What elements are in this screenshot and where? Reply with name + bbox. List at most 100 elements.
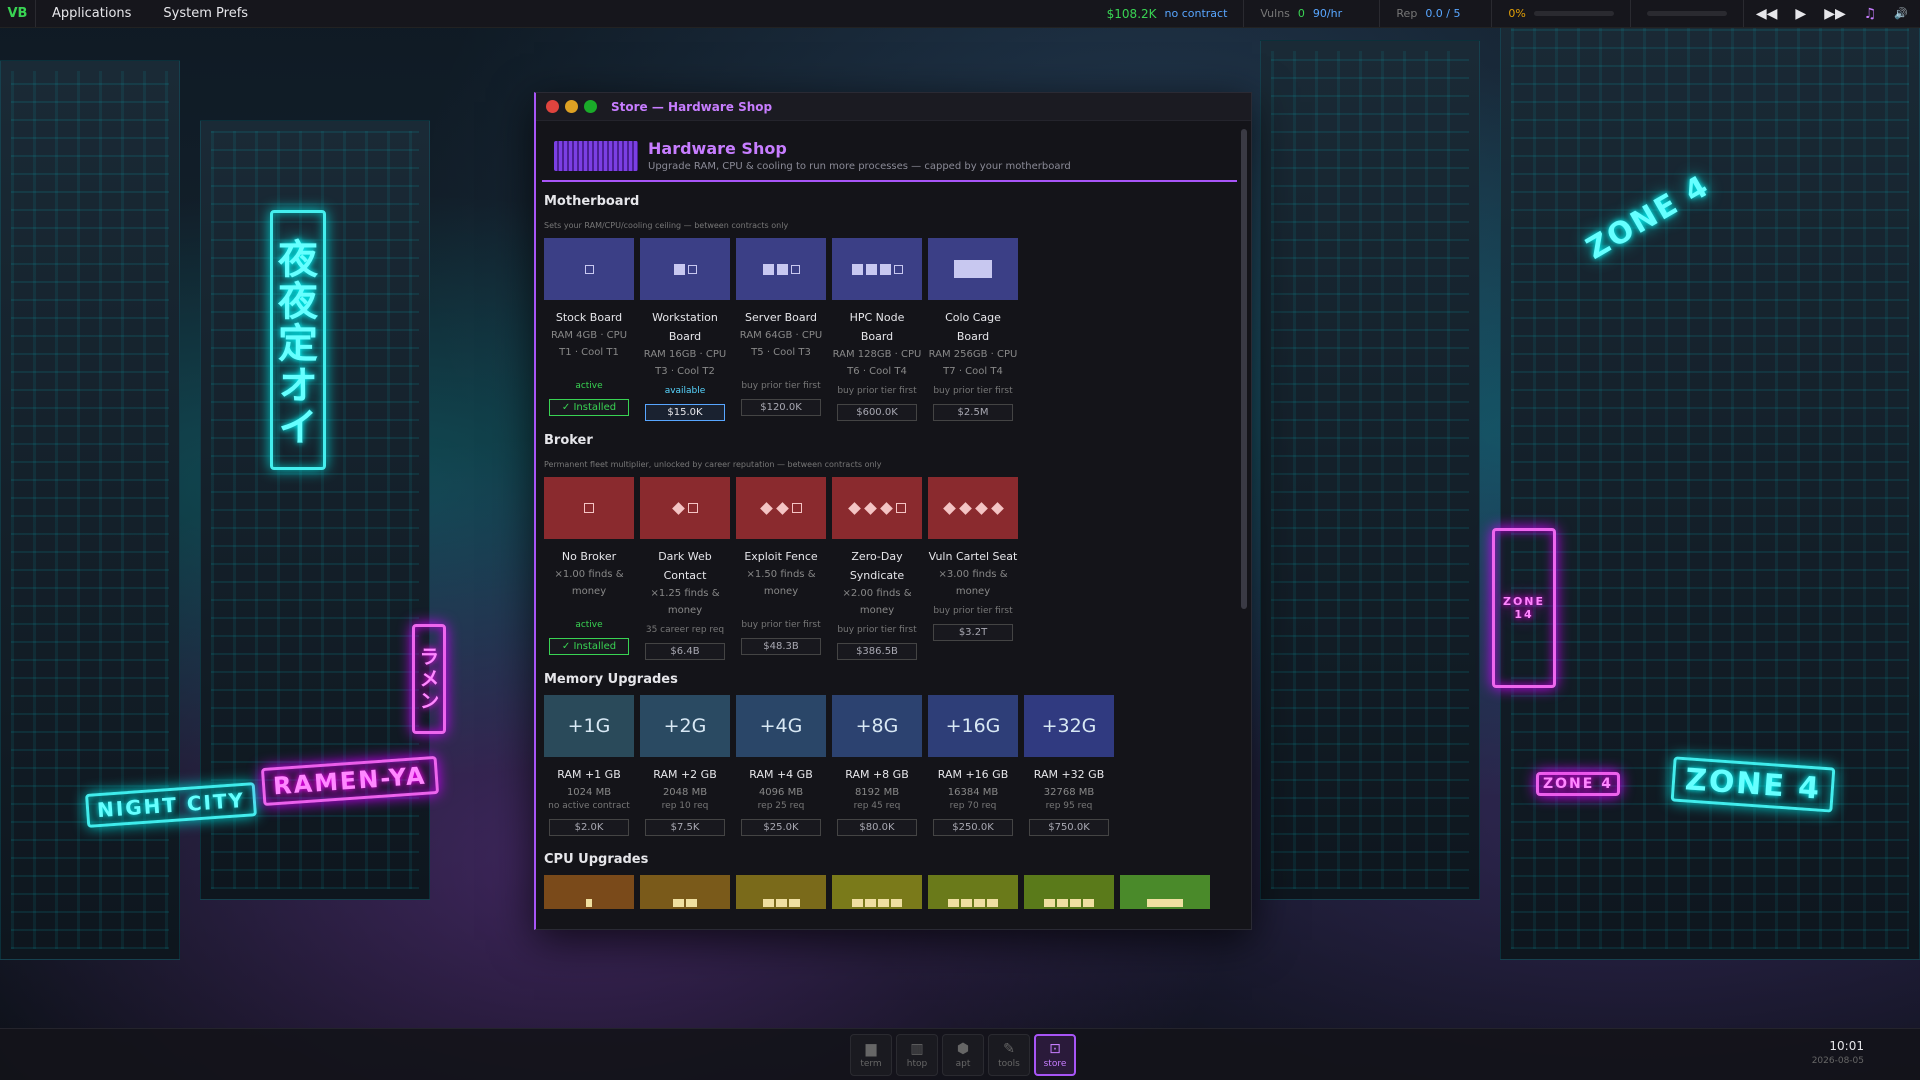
- card-spec: RAM 256GB · CPU T7 · Cool T4: [928, 349, 1018, 377]
- dock-label: apt: [955, 1059, 971, 1069]
- cpu-upgrade-icon: [544, 875, 634, 909]
- section-title-cpu: CPU Upgrades: [544, 852, 649, 867]
- store-content: Hardware Shop Upgrade RAM, CPU & cooling…: [542, 129, 1237, 929]
- installed-button[interactable]: ✓ Installed: [549, 638, 629, 655]
- neon-sign-kanji: 夜夜定オイ: [270, 210, 326, 470]
- card-spec: ×1.00 finds & money: [554, 569, 624, 597]
- store-header: Hardware Shop Upgrade RAM, CPU & cooling…: [542, 129, 1237, 182]
- dock: ▆ term ▥ htop ⬢ apt ✎ tools ⊡ store: [850, 1034, 1076, 1076]
- buy-button[interactable]: $80.0K: [837, 819, 917, 836]
- card-requirement: active: [575, 620, 603, 630]
- menu-applications[interactable]: Applications: [36, 6, 147, 21]
- card-requirement: no active contract: [548, 801, 630, 811]
- ram-upgrade-icon: +32G: [1024, 695, 1114, 757]
- dock-item-tools[interactable]: ✎ tools: [988, 1034, 1030, 1076]
- card-stock-board: Stock Board RAM 4GB · CPU T1 · Cool T1 a…: [544, 238, 634, 421]
- rep-value: 0.0 / 5: [1425, 7, 1461, 20]
- card-requirement: buy prior tier first: [933, 386, 1013, 396]
- htop-icon: ▥: [910, 1041, 924, 1057]
- motherboard-cards: Stock Board RAM 4GB · CPU T1 · Cool T1 a…: [542, 238, 1237, 421]
- section-title-broker: Broker: [544, 433, 593, 448]
- dock-label: htop: [906, 1059, 928, 1069]
- card-ram-upgrade: +4G RAM +4 GB 4096 MB rep 25 req $25.0K: [736, 695, 826, 836]
- card-server-board: Server Board RAM 64GB · CPU T5 · Cool T3…: [736, 238, 826, 421]
- taskbar: ▆ term ▥ htop ⬢ apt ✎ tools ⊡ store 10:01 2026-08…: [0, 1028, 1920, 1080]
- card-name: RAM +8 GB: [845, 768, 909, 781]
- card-spec: RAM 128GB · CPU T6 · Cool T4: [832, 349, 922, 377]
- card-name: RAM +1 GB: [557, 768, 621, 781]
- card-requirement: 35 career rep req: [645, 625, 725, 635]
- close-button[interactable]: [546, 100, 559, 113]
- money-value: $108.2K: [1106, 6, 1157, 21]
- buy-button[interactable]: $386.5B: [837, 643, 917, 660]
- rep-status: Rep 0.0 / 5: [1379, 0, 1491, 27]
- buy-button[interactable]: $2.0K: [549, 819, 629, 836]
- card-no-broker: No Broker ×1.00 finds & money active ✓ I…: [544, 477, 634, 660]
- play-icon[interactable]: ▶: [1795, 6, 1806, 22]
- progress-label: 0%: [1508, 7, 1526, 20]
- card-exploit-fence: Exploit Fence ×1.50 finds & money buy pr…: [736, 477, 826, 660]
- dock-item-term[interactable]: ▆ term: [850, 1034, 892, 1076]
- card-name: RAM +4 GB: [749, 768, 813, 781]
- cpu-upgrade-icon: [736, 875, 826, 909]
- buy-button[interactable]: $600.0K: [837, 404, 917, 421]
- card-name: Vuln Cartel Seat: [928, 550, 1018, 563]
- top-menu-bar: VB Applications System Prefs $108.2K no …: [0, 0, 1920, 28]
- cpu-upgrade-icon: [1024, 875, 1114, 909]
- broker-tier-2-icon: [736, 477, 826, 539]
- card-name: Stock Board: [555, 311, 623, 324]
- buy-button[interactable]: $2.5M: [933, 404, 1013, 421]
- window-titlebar[interactable]: Store — Hardware Shop: [536, 93, 1251, 121]
- card-spec: ×1.25 finds & money: [650, 588, 720, 616]
- buy-button[interactable]: $7.5K: [645, 819, 725, 836]
- page-title: Hardware Shop: [648, 139, 787, 158]
- maximize-button[interactable]: [584, 100, 597, 113]
- vulns-label: Vulns: [1260, 7, 1290, 20]
- ram-upgrade-icon: +8G: [832, 695, 922, 757]
- volume-icon[interactable]: 🔊: [1894, 7, 1908, 20]
- window-title: Store — Hardware Shop: [611, 99, 773, 114]
- previous-track-icon[interactable]: ◀◀: [1756, 6, 1778, 22]
- motherboard-tier-4-icon: [832, 238, 922, 300]
- dock-item-htop[interactable]: ▥ htop: [896, 1034, 938, 1076]
- card-colo-cage-board: Colo Cage Board RAM 256GB · CPU T7 · Coo…: [928, 238, 1018, 421]
- ram-upgrade-icon: +1G: [544, 695, 634, 757]
- neon-sign-zone-4-small: ZONE 4: [1536, 772, 1620, 796]
- menu-system-prefs[interactable]: System Prefs: [147, 6, 264, 21]
- card-spec: 1024 MB: [566, 787, 612, 798]
- card-spec: ×3.00 finds & money: [938, 569, 1008, 597]
- scrollbar[interactable]: [1241, 129, 1247, 609]
- buy-button[interactable]: $3.2T: [933, 624, 1013, 641]
- card-spec: 8192 MB: [854, 787, 900, 798]
- clock: 10:01 2026-08-05: [1812, 1039, 1864, 1066]
- progress-status: 0%: [1491, 0, 1629, 27]
- ram-upgrade-icon: +16G: [928, 695, 1018, 757]
- buy-button[interactable]: $15.0K: [645, 404, 725, 421]
- card-cpu-upgrade: [928, 875, 1018, 909]
- card-ram-upgrade: +2G RAM +2 GB 2048 MB rep 10 req $7.5K: [640, 695, 730, 836]
- app-logo[interactable]: VB: [0, 0, 36, 27]
- dock-item-apt[interactable]: ⬢ apt: [942, 1034, 984, 1076]
- card-dark-web-contact: Dark Web Contact ×1.25 finds & money 35 …: [640, 477, 730, 660]
- buy-button[interactable]: $48.3B: [741, 638, 821, 655]
- buy-button[interactable]: $250.0K: [933, 819, 1013, 836]
- card-name: Exploit Fence: [744, 550, 818, 563]
- card-cpu-upgrade: [736, 875, 826, 909]
- buy-button[interactable]: $750.0K: [1029, 819, 1109, 836]
- buy-button[interactable]: $6.4B: [645, 643, 725, 660]
- installed-button[interactable]: ✓ Installed: [549, 399, 629, 416]
- next-track-icon[interactable]: ▶▶: [1824, 6, 1846, 22]
- minimize-button[interactable]: [565, 100, 578, 113]
- card-spec: RAM 64GB · CPU T5 · Cool T3: [739, 330, 823, 358]
- music-note-icon[interactable]: ♫: [1864, 6, 1877, 22]
- rep-label: Rep: [1396, 7, 1418, 20]
- dock-item-store[interactable]: ⊡ store: [1034, 1034, 1076, 1076]
- card-requirement: rep 25 req: [757, 801, 805, 811]
- card-spec: RAM 16GB · CPU T3 · Cool T2: [643, 349, 727, 377]
- buy-button[interactable]: $25.0K: [741, 819, 821, 836]
- secondary-bar: [1629, 0, 1743, 27]
- buy-button[interactable]: $120.0K: [741, 399, 821, 416]
- section-subtitle-broker: Permanent fleet multiplier, unlocked by …: [544, 460, 882, 469]
- money-status: $108.2K no contract: [1091, 0, 1244, 27]
- card-requirement: rep 70 req: [949, 801, 997, 811]
